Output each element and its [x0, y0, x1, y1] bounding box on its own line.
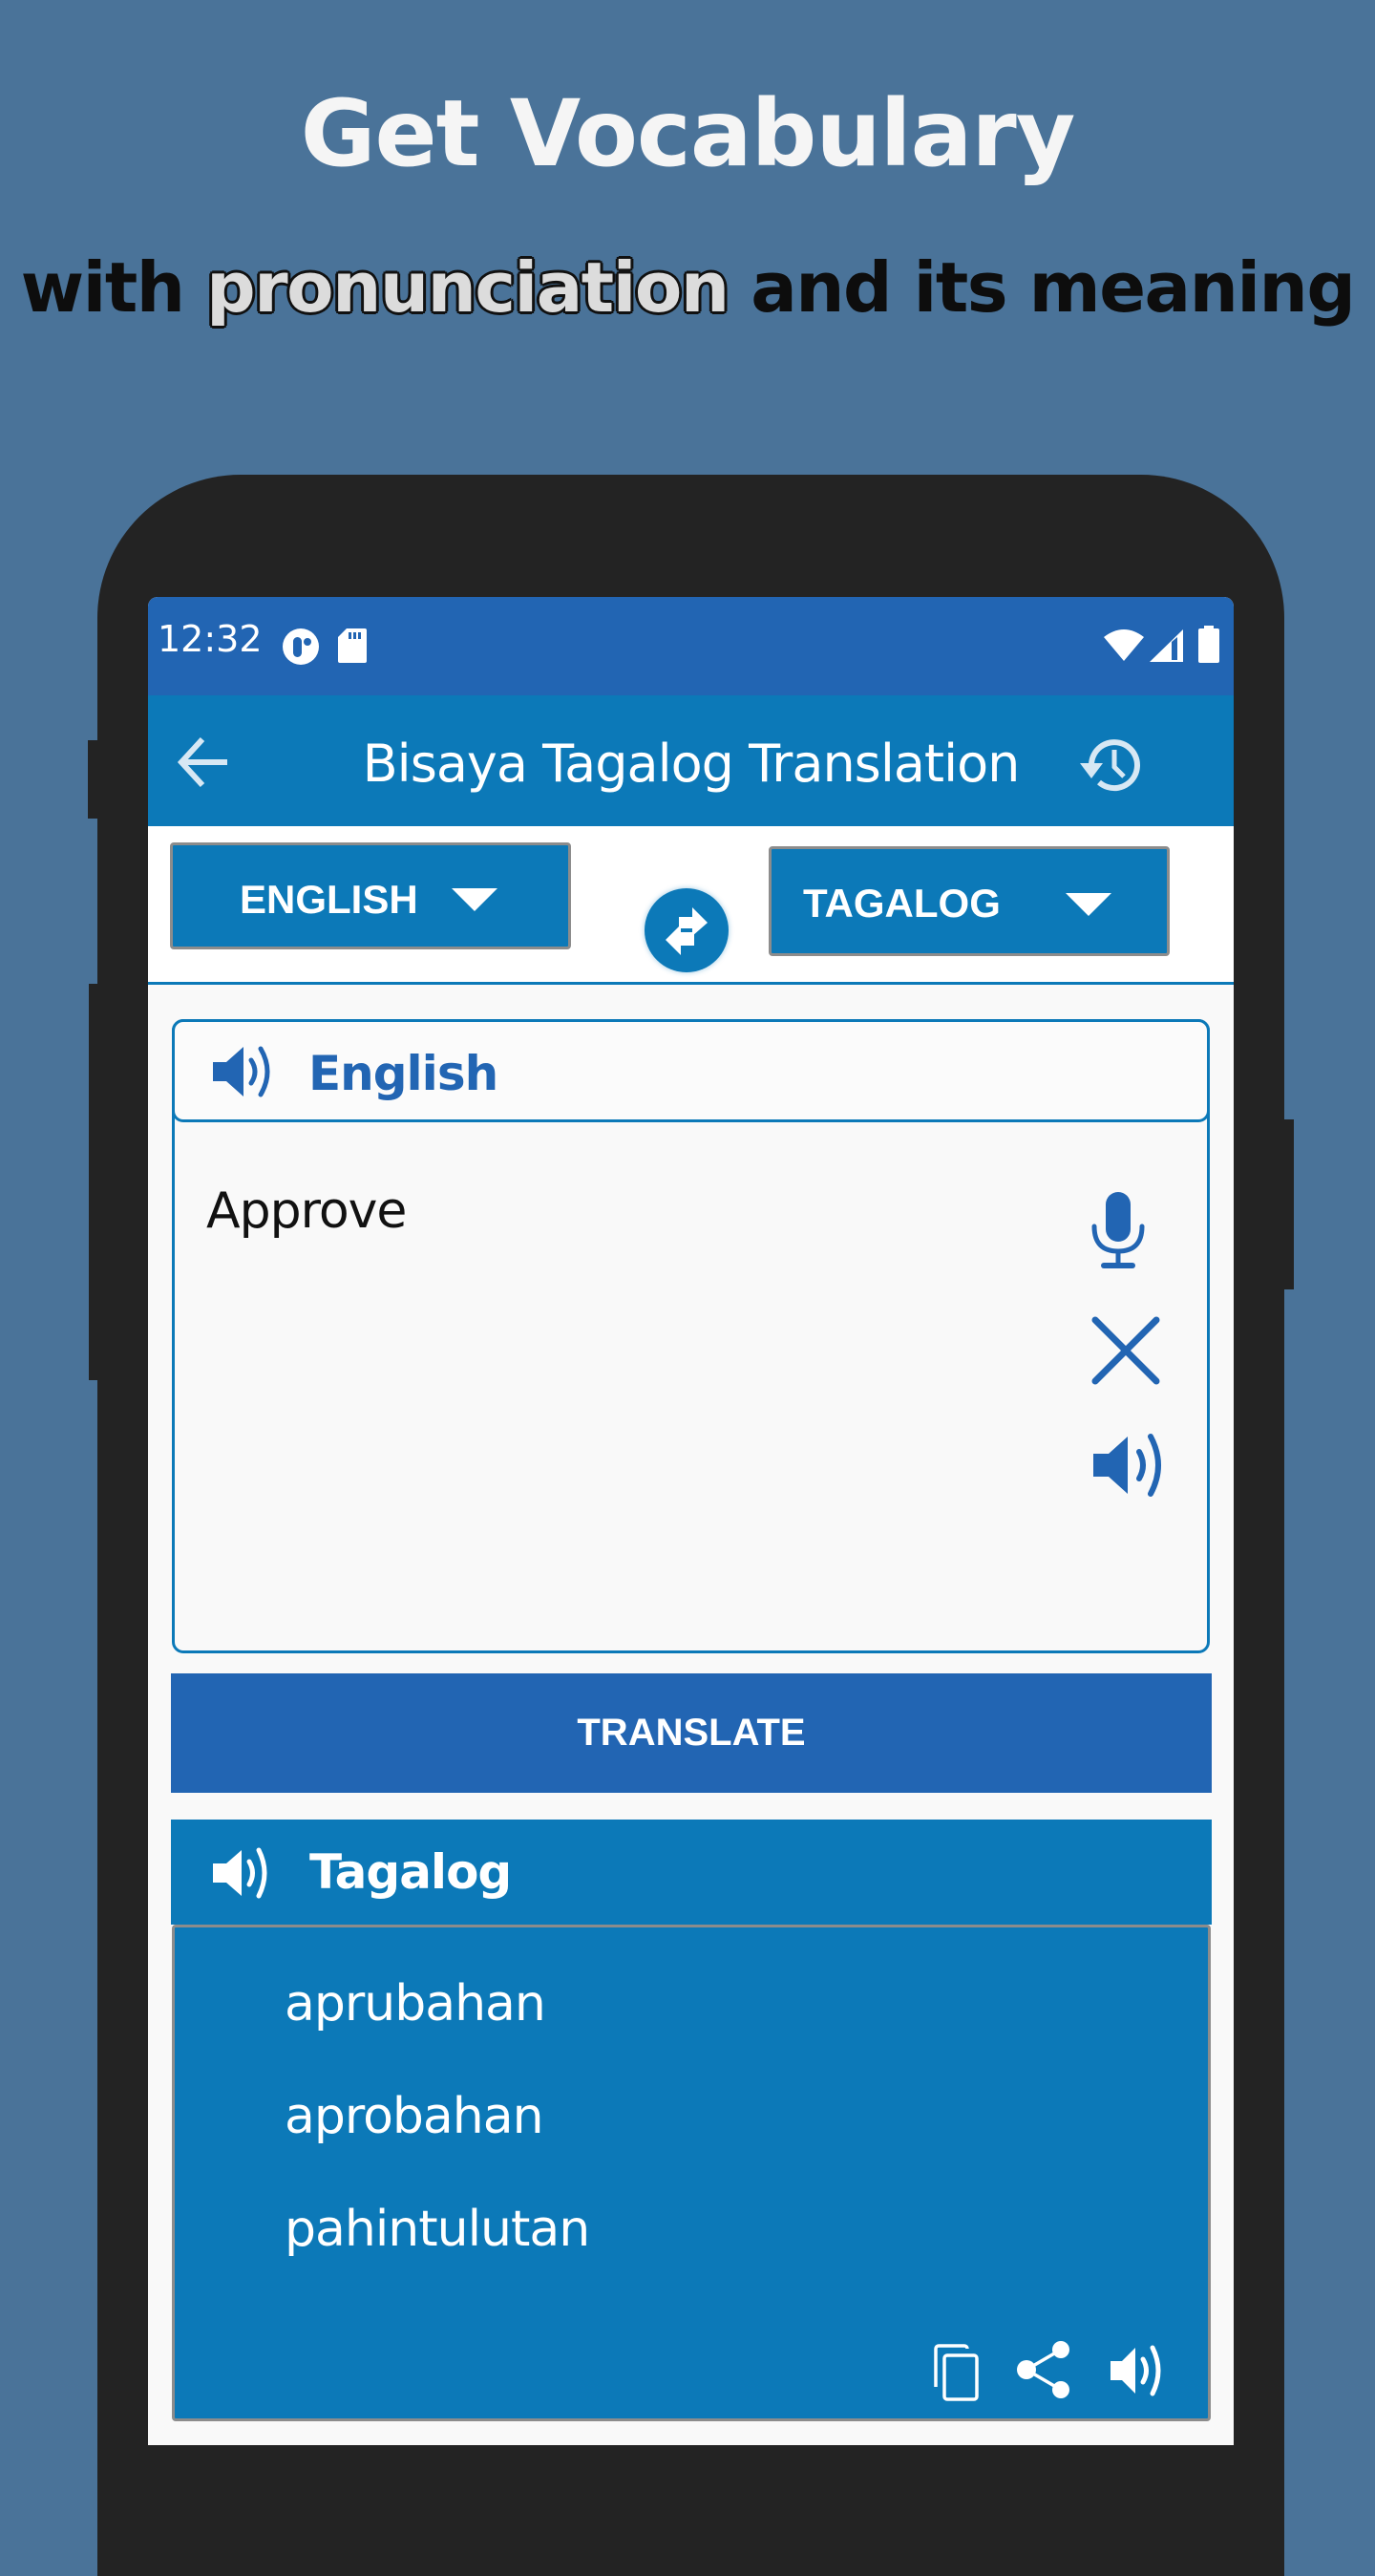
target-language-heading: Tagalog — [309, 1844, 512, 1900]
speaker-icon[interactable] — [211, 1041, 274, 1102]
speaker-icon[interactable] — [211, 1844, 270, 1902]
microphone-icon[interactable] — [1089, 1190, 1148, 1270]
output-header: Tagalog — [171, 1820, 1212, 1925]
app-title: Bisaya Tagalog Translation — [362, 734, 1021, 794]
cell-signal-icon — [1150, 629, 1183, 662]
target-language-label: TAGALOG — [803, 881, 1001, 926]
wifi-icon — [1104, 629, 1144, 661]
phone-screen: 12:32 Bisaya Tagalog Translation ENGLISH… — [148, 597, 1234, 2445]
promo-subtitle: with pronunciation and its meaning — [0, 247, 1375, 328]
promo-title: Get Vocabulary — [300, 80, 1076, 187]
translate-button[interactable]: TRANSLATE — [171, 1673, 1212, 1793]
history-icon[interactable] — [1074, 729, 1147, 801]
promo-subtitle-highlight: pronunciation — [206, 247, 730, 328]
share-icon[interactable] — [1015, 2340, 1074, 2399]
clear-icon[interactable] — [1089, 1314, 1162, 1387]
input-card: English Approve — [172, 1019, 1210, 1653]
input-card-header: English — [172, 1019, 1210, 1122]
sd-card-icon — [338, 628, 367, 663]
speaker-icon[interactable] — [1109, 2344, 1166, 2397]
promo-subtitle-pre: with — [20, 247, 207, 328]
chevron-down-icon — [1066, 893, 1111, 916]
source-language-label: ENGLISH — [240, 877, 418, 922]
source-text-input[interactable]: Approve — [206, 1182, 407, 1240]
result-item[interactable]: aprobahan — [285, 2088, 544, 2145]
app-bar: Bisaya Tagalog Translation — [148, 695, 1234, 826]
source-language-heading: English — [308, 1046, 498, 1101]
app-notification-icon — [283, 628, 319, 665]
swap-languages-button[interactable] — [645, 888, 729, 972]
translation-results-panel: aprubahan aprobahan pahintulutan — [172, 1925, 1211, 2421]
result-item[interactable]: pahintulutan — [285, 2201, 590, 2258]
promo-subtitle-post: and its meaning — [728, 247, 1356, 328]
status-bar: 12:32 — [148, 597, 1234, 695]
language-selector-row: ENGLISH TAGALOG — [148, 826, 1234, 985]
chevron-down-icon — [452, 888, 497, 911]
source-language-dropdown[interactable]: ENGLISH — [170, 842, 571, 949]
result-item[interactable]: aprubahan — [285, 1975, 546, 2033]
target-language-dropdown[interactable]: TAGALOG — [769, 846, 1170, 956]
swap-arrows-icon — [666, 907, 708, 955]
battery-icon — [1198, 626, 1219, 663]
status-time: 12:32 — [158, 618, 263, 660]
speaker-icon[interactable] — [1091, 1429, 1168, 1501]
copy-icon[interactable] — [932, 2343, 982, 2402]
